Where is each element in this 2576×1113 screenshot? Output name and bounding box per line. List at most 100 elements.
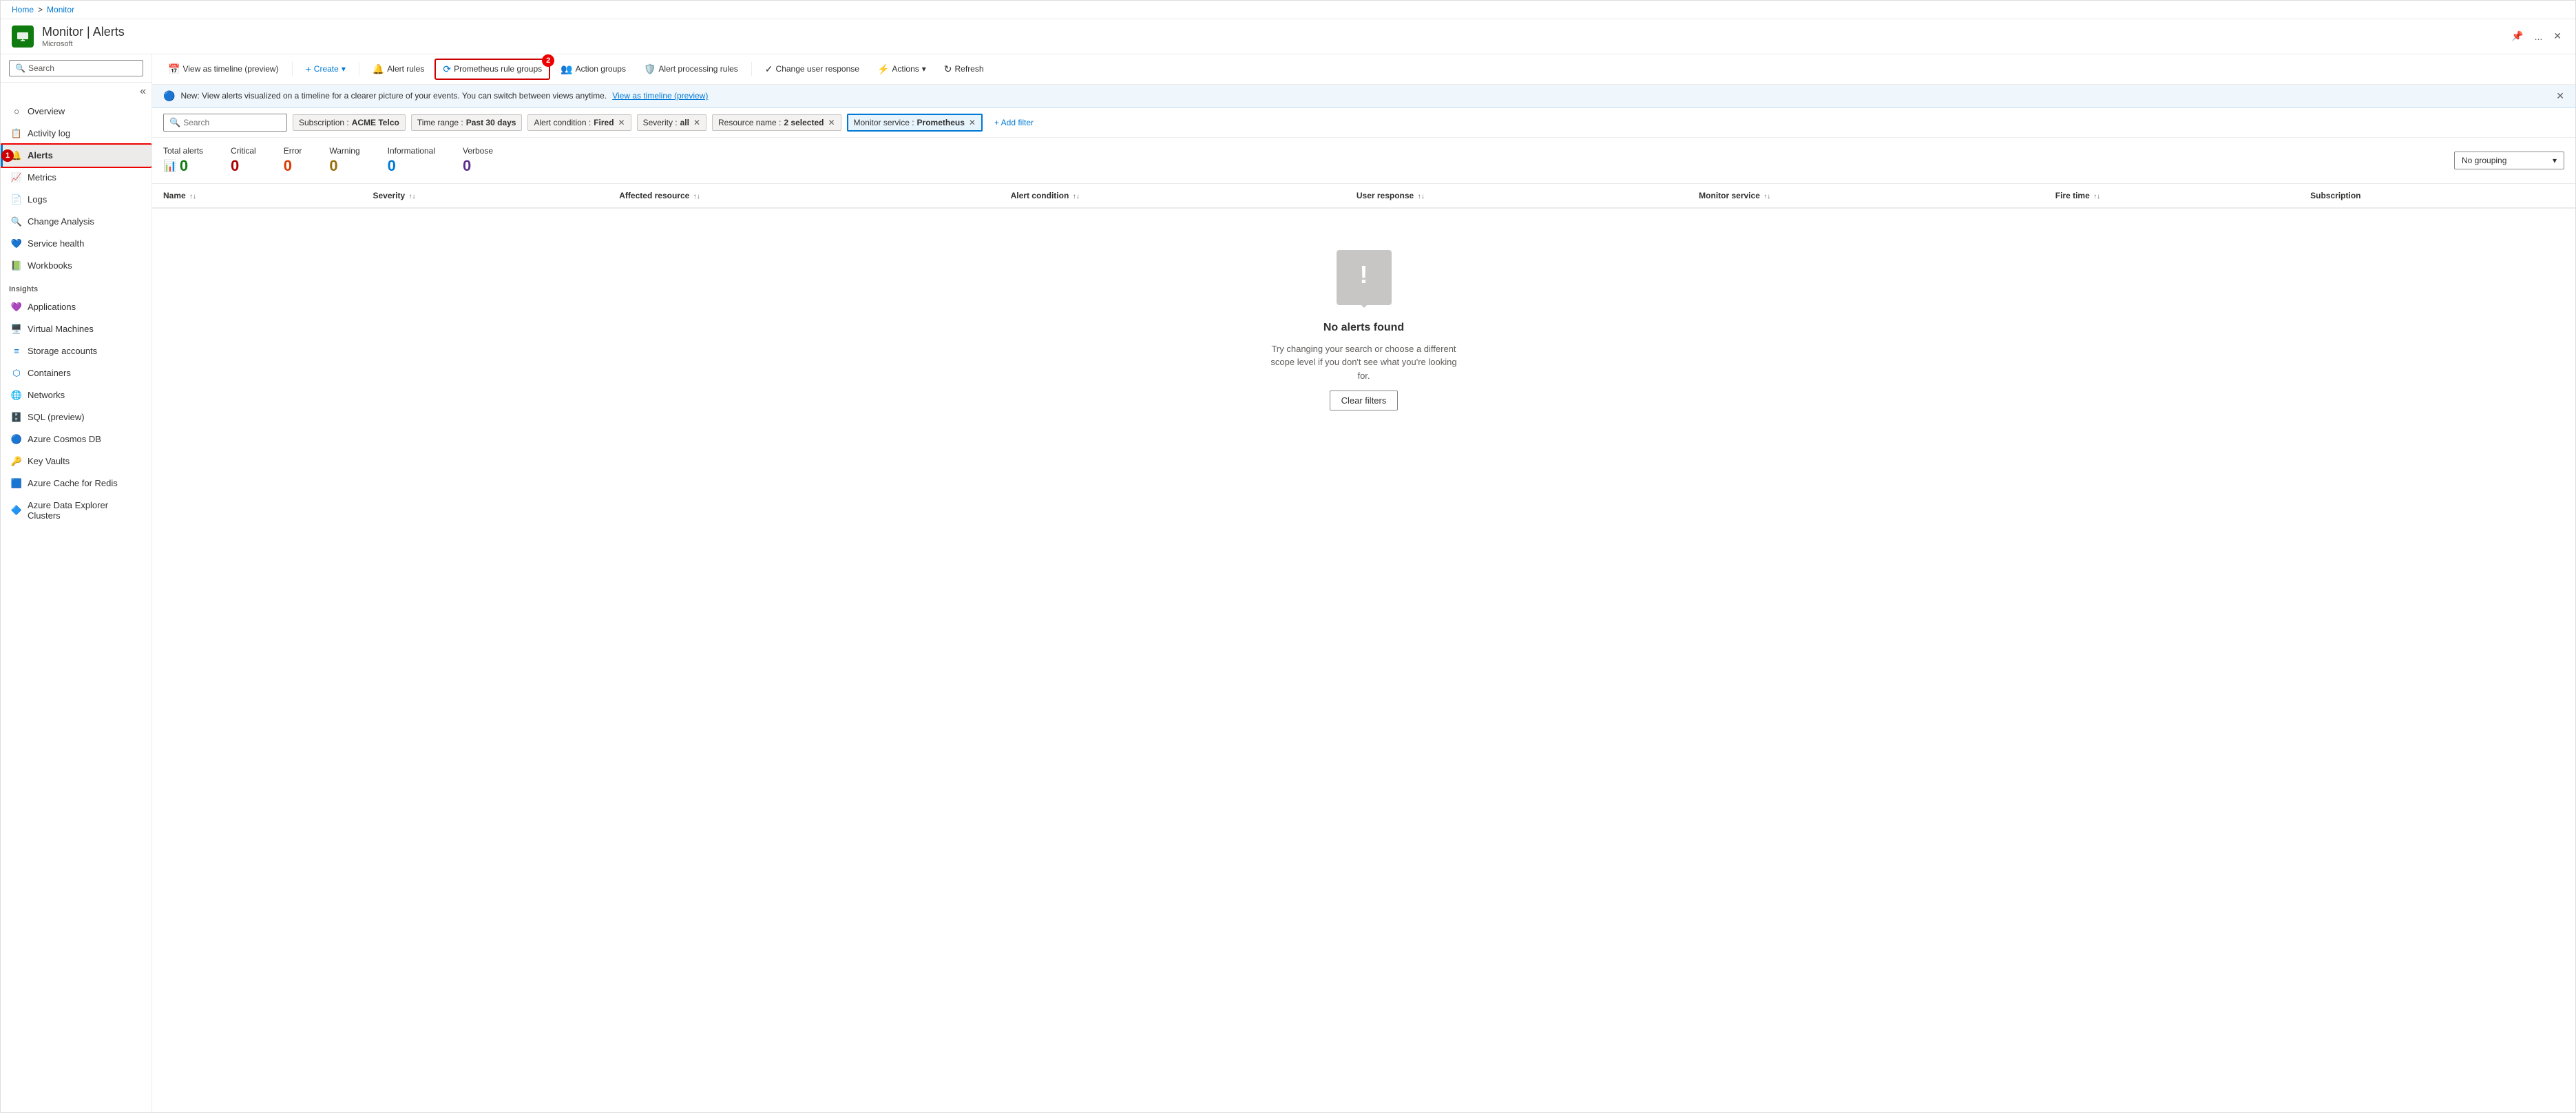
alert-condition-filter-chip[interactable]: Alert condition : Fired ✕ bbox=[527, 114, 631, 131]
sidebar-item-label: Change Analysis bbox=[28, 216, 94, 227]
sidebar-item-storage-accounts[interactable]: ≡ Storage accounts bbox=[1, 340, 151, 362]
sort-name-icon[interactable]: ↑↓ bbox=[189, 193, 196, 200]
more-button[interactable]: ... bbox=[2532, 28, 2546, 45]
pin-button[interactable]: 📌 bbox=[2509, 28, 2526, 45]
actions-button[interactable]: ⚡ Actions ▾ bbox=[870, 59, 934, 79]
column-name[interactable]: Name ↑↓ bbox=[152, 184, 362, 208]
sidebar-item-label: Workbooks bbox=[28, 260, 72, 271]
create-button[interactable]: + Create ▾ bbox=[298, 59, 353, 79]
monitor-service-close-icon[interactable]: ✕ bbox=[969, 118, 976, 127]
metrics-icon: 📈 bbox=[11, 172, 22, 183]
sort-user-response-icon[interactable]: ↑↓ bbox=[1418, 193, 1425, 200]
action-groups-button[interactable]: 👥 Action groups bbox=[553, 59, 633, 79]
table-header-row: Name ↑↓ Severity ↑↓ Affected resource ↑↓ bbox=[152, 184, 2575, 208]
sidebar-item-label: Azure Cache for Redis bbox=[28, 478, 118, 488]
sidebar-nav: ○ Overview 📋 Activity log 🔔 Alerts 1 📈 M… bbox=[1, 101, 151, 1112]
warning-label: Warning bbox=[329, 146, 359, 156]
sidebar-item-alerts[interactable]: 🔔 Alerts 1 bbox=[1, 145, 151, 167]
severity-close-icon[interactable]: ✕ bbox=[693, 118, 700, 127]
empty-state-description: Try changing your search or choose a dif… bbox=[1268, 342, 1460, 383]
refresh-button[interactable]: ↻ Refresh bbox=[936, 59, 992, 79]
subscription-label: Subscription : bbox=[299, 118, 349, 127]
sort-monitor-service-icon[interactable]: ↑↓ bbox=[1763, 193, 1770, 200]
sidebar-search-box[interactable]: 🔍 Search bbox=[9, 60, 143, 76]
verbose-value: 0 bbox=[463, 157, 493, 175]
breadcrumb-separator: > bbox=[38, 5, 43, 14]
sidebar-item-applications[interactable]: 💜 Applications bbox=[1, 296, 151, 318]
service-health-icon: 💙 bbox=[11, 238, 22, 249]
column-severity[interactable]: Severity ↑↓ bbox=[362, 184, 608, 208]
cosmos-db-icon: 🔵 bbox=[11, 434, 22, 445]
time-range-filter-chip[interactable]: Time range : Past 30 days bbox=[411, 114, 523, 131]
column-user-response[interactable]: User response ↑↓ bbox=[1345, 184, 1688, 208]
sidebar-item-cosmos-db[interactable]: 🔵 Azure Cosmos DB bbox=[1, 428, 151, 450]
sidebar-item-key-vaults[interactable]: 🔑 Key Vaults bbox=[1, 450, 151, 472]
sidebar-item-label: Alerts bbox=[28, 150, 53, 160]
alert-rules-button[interactable]: 🔔 Alert rules bbox=[365, 59, 432, 79]
sidebar-item-label: Overview bbox=[28, 106, 65, 116]
sidebar-item-service-health[interactable]: 💙 Service health bbox=[1, 233, 151, 255]
alert-condition-close-icon[interactable]: ✕ bbox=[618, 118, 625, 127]
alert-rules-icon: 🔔 bbox=[373, 63, 384, 75]
total-alerts-label: Total alerts bbox=[163, 146, 203, 156]
sidebar-item-virtual-machines[interactable]: 🖥️ Virtual Machines bbox=[1, 318, 151, 340]
subscription-filter-chip[interactable]: Subscription : ACME Telco bbox=[293, 114, 406, 131]
grouping-dropdown[interactable]: No grouping ▾ bbox=[2454, 152, 2564, 169]
plus-icon: + bbox=[306, 63, 311, 74]
sidebar-item-containers[interactable]: ⬡ Containers bbox=[1, 362, 151, 384]
prometheus-rules-button[interactable]: ⟳ Prometheus rule groups 2 bbox=[434, 59, 550, 80]
monitor-service-filter-chip[interactable]: Monitor service : Prometheus ✕ bbox=[847, 114, 983, 132]
alerts-badge: 1 bbox=[1, 149, 14, 162]
column-alert-condition[interactable]: Alert condition ↑↓ bbox=[1000, 184, 1345, 208]
resource-name-close-icon[interactable]: ✕ bbox=[828, 118, 835, 127]
sidebar-item-azure-cache-redis[interactable]: 🟦 Azure Cache for Redis bbox=[1, 472, 151, 495]
sidebar-collapse-button[interactable]: « bbox=[140, 85, 146, 98]
storage-accounts-icon: ≡ bbox=[11, 346, 22, 357]
sidebar-item-logs[interactable]: 📄 Logs bbox=[1, 189, 151, 211]
view-timeline-button[interactable]: 📅 View as timeline (preview) bbox=[160, 59, 286, 79]
sidebar-item-networks[interactable]: 🌐 Networks bbox=[1, 384, 151, 406]
sort-severity-icon[interactable]: ↑↓ bbox=[409, 193, 416, 200]
column-fire-time[interactable]: Fire time ↑↓ bbox=[2044, 184, 2299, 208]
sidebar-item-label: Service health bbox=[28, 238, 84, 249]
sidebar-item-sql-preview[interactable]: 🗄️ SQL (preview) bbox=[1, 406, 151, 428]
banner-link[interactable]: View as timeline (preview) bbox=[612, 91, 708, 101]
applications-icon: 💜 bbox=[11, 302, 22, 313]
banner-close-button[interactable]: ✕ bbox=[2556, 90, 2564, 102]
sort-alert-condition-icon[interactable]: ↑↓ bbox=[1073, 193, 1080, 200]
breadcrumb-home[interactable]: Home bbox=[12, 5, 34, 14]
search-filter-box[interactable]: 🔍 bbox=[163, 114, 287, 132]
close-button[interactable]: ✕ bbox=[2551, 28, 2564, 45]
error-label: Error bbox=[284, 146, 302, 156]
sidebar-item-label: Activity log bbox=[28, 128, 70, 138]
resource-name-filter-chip[interactable]: Resource name : 2 selected ✕ bbox=[712, 114, 841, 131]
column-affected-resource[interactable]: Affected resource ↑↓ bbox=[608, 184, 999, 208]
sidebar-item-label: Azure Cosmos DB bbox=[28, 434, 101, 444]
sidebar-item-change-analysis[interactable]: 🔍 Change Analysis bbox=[1, 211, 151, 233]
virtual-machines-icon: 🖥️ bbox=[11, 324, 22, 335]
add-filter-button[interactable]: + Add filter bbox=[988, 114, 1040, 131]
chevron-down-icon: ▾ bbox=[342, 64, 346, 74]
sidebar-item-activity-log[interactable]: 📋 Activity log bbox=[1, 123, 151, 145]
change-user-response-button[interactable]: ✓ Change user response bbox=[757, 59, 867, 79]
sidebar-item-metrics[interactable]: 📈 Metrics bbox=[1, 167, 151, 189]
alert-processing-button[interactable]: 🛡️ Alert processing rules bbox=[636, 59, 746, 79]
sidebar-item-workbooks[interactable]: 📗 Workbooks bbox=[1, 255, 151, 277]
activity-log-icon: 📋 bbox=[11, 128, 22, 139]
column-subscription[interactable]: Subscription bbox=[2299, 184, 2575, 208]
monitor-service-value: Prometheus bbox=[917, 118, 965, 127]
severity-filter-chip[interactable]: Severity : all ✕ bbox=[637, 114, 706, 131]
sidebar-item-azure-data-explorer[interactable]: 🔷 Azure Data Explorer Clusters bbox=[1, 495, 151, 526]
clear-filters-button[interactable]: Clear filters bbox=[1330, 391, 1399, 410]
sort-fire-time-icon[interactable]: ↑↓ bbox=[2093, 193, 2100, 200]
column-monitor-service[interactable]: Monitor service ↑↓ bbox=[1688, 184, 2044, 208]
check-icon: ✓ bbox=[765, 63, 773, 75]
action-groups-icon: 👥 bbox=[561, 63, 572, 75]
verbose-count: Verbose 0 bbox=[463, 146, 493, 175]
sidebar-item-overview[interactable]: ○ Overview bbox=[1, 101, 151, 123]
time-range-label: Time range : bbox=[417, 118, 463, 127]
sidebar-item-label: Storage accounts bbox=[28, 346, 97, 356]
informational-value: 0 bbox=[388, 157, 435, 175]
sort-affected-resource-icon[interactable]: ↑↓ bbox=[693, 193, 700, 200]
search-input[interactable] bbox=[183, 118, 266, 127]
